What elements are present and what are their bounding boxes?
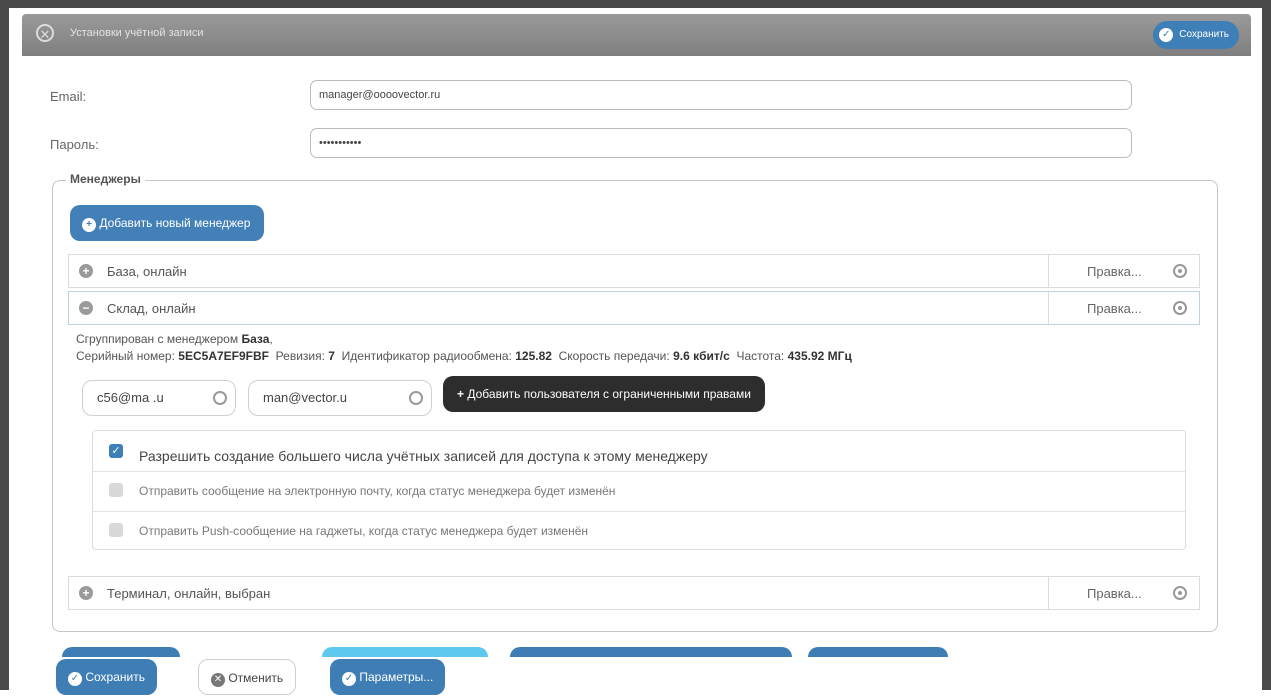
- dialog-titlebar: ✕ Установки учётной записи ✓ Сохранить: [22, 14, 1251, 56]
- serial-label: Серийный номер:: [76, 349, 175, 363]
- header-save-label: Сохранить: [1179, 29, 1229, 40]
- add-manager-label: Добавить новый менеджер: [99, 216, 251, 230]
- footer-bar: ✓ Сохранить ✕ Отменить ✓ Параметры...: [52, 645, 1218, 695]
- grouped-with: База: [241, 332, 270, 346]
- manager-row-terminal[interactable]: + Терминал, онлайн, выбран Правка...: [68, 576, 1200, 610]
- device-info: Серийный номер: 5EC5A7EF9FBF Ревизия: 7 …: [76, 349, 852, 363]
- remove-user-icon[interactable]: [409, 391, 423, 405]
- speed-value: 9.6 кбит/с: [673, 349, 730, 363]
- check-icon: ✓: [342, 672, 356, 686]
- manager-name: База, онлайн: [107, 264, 187, 279]
- managers-legend: Менеджеры: [66, 172, 145, 186]
- option-row[interactable]: Отправить Push-сообщение на гаджеты, ког…: [93, 511, 1185, 551]
- radio-id-label: Идентификатор радиообмена:: [341, 349, 512, 363]
- window-frame-left: [0, 0, 9, 690]
- grouped-prefix: Сгруппирован с менеджером: [76, 332, 239, 346]
- header-save-button[interactable]: ✓ Сохранить: [1153, 21, 1239, 49]
- check-icon: ✓: [68, 672, 82, 686]
- option-label: Отправить сообщение на электронную почту…: [139, 484, 616, 498]
- check-icon: ✓: [1159, 28, 1174, 42]
- option-row[interactable]: Отправить сообщение на электронную почту…: [93, 471, 1185, 512]
- edit-link[interactable]: Правка...: [1087, 264, 1142, 279]
- dialog-title: Установки учётной записи: [70, 27, 204, 39]
- manager-name: Терминал, онлайн, выбран: [107, 586, 271, 601]
- collapse-icon[interactable]: −: [79, 301, 93, 315]
- option-row[interactable]: ✓ Разрешить создание большего числа учёт…: [93, 431, 1185, 472]
- close-icon[interactable]: ✕: [36, 24, 54, 42]
- freq-value: 435.92 МГц: [787, 349, 852, 363]
- manager-edit-cell: Правка...: [1048, 577, 1199, 609]
- window-frame-right: [1262, 0, 1271, 690]
- manager-options: ✓ Разрешить создание большего числа учёт…: [92, 430, 1186, 550]
- remove-user-icon[interactable]: [213, 391, 227, 405]
- password-field[interactable]: •••••••••••: [310, 128, 1132, 158]
- edit-link[interactable]: Правка...: [1087, 586, 1142, 601]
- grouped-info: Сгруппирован с менеджером База,: [76, 332, 273, 346]
- add-manager-button[interactable]: + Добавить новый менеджер: [70, 205, 265, 241]
- cancel-icon: ✕: [211, 673, 225, 687]
- expand-icon[interactable]: +: [79, 264, 93, 278]
- edit-link[interactable]: Правка...: [1087, 301, 1142, 316]
- user-email: c56@ma .u: [97, 390, 164, 405]
- serial-value: 5EC5A7EF9FBF: [178, 349, 269, 363]
- expand-icon[interactable]: +: [79, 586, 93, 600]
- manager-edit-cell: Правка...: [1048, 292, 1199, 324]
- speed-label: Скорость передачи:: [558, 349, 670, 363]
- option-label: Отправить Push-сообщение на гаджеты, ког…: [139, 524, 589, 538]
- email-label: Email:: [50, 89, 87, 104]
- revision-value: 7: [328, 349, 335, 363]
- option-label: Разрешить создание большего числа учётны…: [139, 448, 708, 464]
- email-field[interactable]: manager@oooovector.ru: [310, 80, 1132, 110]
- revision-label: Ревизия:: [275, 349, 325, 363]
- settings-icon[interactable]: [1173, 586, 1187, 600]
- plus-icon: +: [457, 387, 465, 401]
- footer-params-label: Параметры...: [359, 670, 434, 684]
- manager-name: Склад, онлайн: [107, 301, 196, 316]
- password-label: Пароль:: [50, 137, 99, 152]
- manager-edit-cell: Правка...: [1048, 255, 1199, 287]
- manager-row-baza[interactable]: + База, онлайн Правка...: [68, 254, 1200, 288]
- freq-label: Частота:: [736, 349, 785, 363]
- checkbox[interactable]: [109, 523, 123, 537]
- user-pill[interactable]: man@vector.u: [248, 380, 432, 416]
- footer-save-label: Сохранить: [85, 670, 145, 684]
- settings-icon[interactable]: [1173, 301, 1187, 315]
- checkbox[interactable]: [109, 483, 123, 497]
- user-pill[interactable]: c56@ma .u: [82, 380, 236, 416]
- add-restricted-user-label: Добавить пользователя с ограниченными пр…: [467, 387, 751, 401]
- settings-icon[interactable]: [1173, 264, 1187, 278]
- footer-cancel-label: Отменить: [228, 671, 284, 685]
- manager-row-sklad[interactable]: − Склад, онлайн Правка...: [68, 291, 1200, 325]
- checkbox-checked[interactable]: ✓: [109, 444, 123, 458]
- user-email: man@vector.u: [263, 390, 348, 405]
- window-frame-top: [0, 0, 1271, 8]
- add-restricted-user-button[interactable]: + Добавить пользователя с ограниченными …: [443, 376, 765, 412]
- plus-icon: +: [82, 218, 96, 232]
- radio-id-value: 125.82: [515, 349, 552, 363]
